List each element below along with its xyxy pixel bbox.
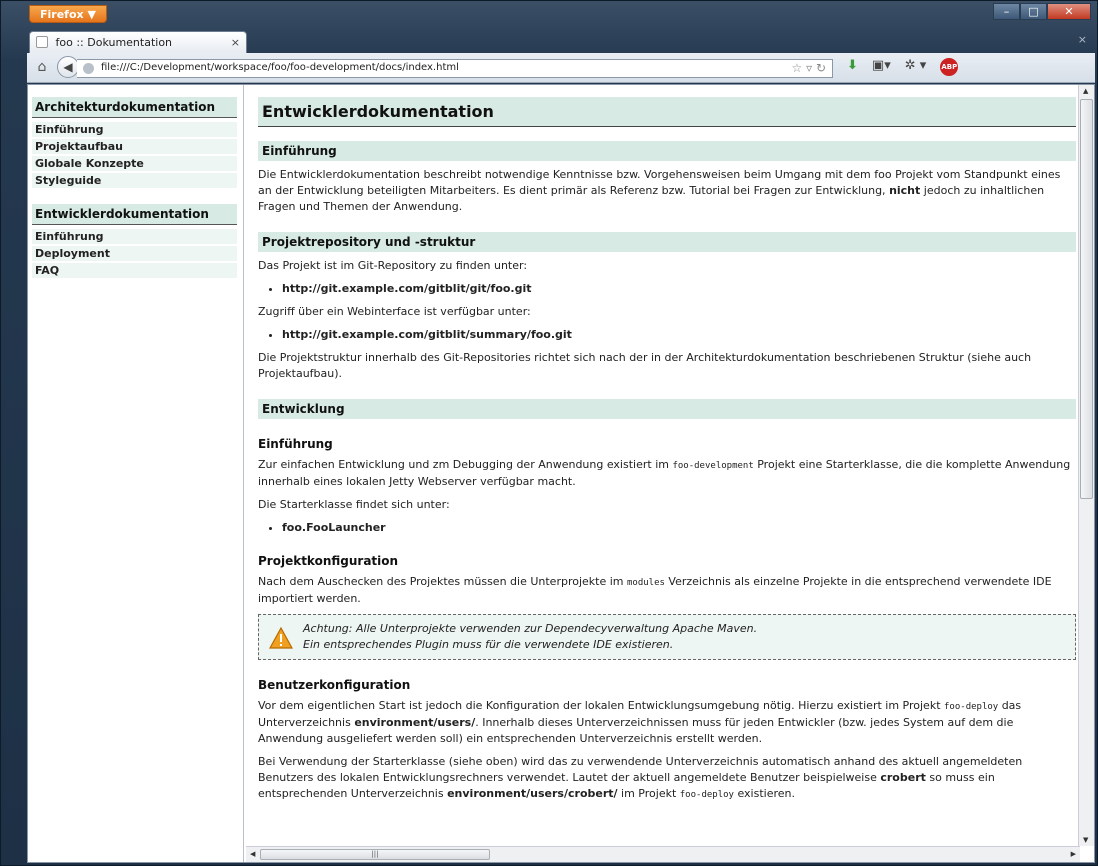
section-heading-repository: Projektrepository und -struktur bbox=[258, 232, 1076, 252]
title-bar: Firefox ▼ – □ ✕ bbox=[1, 1, 1097, 27]
sidebar-item-einfuehrung[interactable]: Einführung bbox=[32, 122, 237, 137]
page-viewport: Architekturdokumentation Einführung Proj… bbox=[27, 84, 1095, 863]
page-icon bbox=[36, 36, 48, 48]
sidebar-item-projektaufbau[interactable]: Projektaufbau bbox=[32, 139, 237, 154]
webinterface-text: Zugriff über ein Webinterface ist verfüg… bbox=[258, 305, 531, 318]
dropdown-arrow-icon[interactable]: ▿ bbox=[806, 61, 812, 75]
toolbar-icons: ⬇ ▣▾ ✲ ▾ ABP bbox=[847, 58, 959, 76]
repo-link-list: http://git.example.com/gitblit/git/foo.g… bbox=[258, 281, 1080, 297]
warning-line-1: Achtung: Alle Unterprojekte verwenden zu… bbox=[303, 622, 758, 635]
subheading-einfuehrung: Einführung bbox=[258, 437, 333, 451]
close-window-button[interactable]: ✕ bbox=[1047, 3, 1091, 20]
browser-window: Firefox ▼ – □ ✕ foo :: Dokumentation × ×… bbox=[0, 0, 1098, 866]
adblock-icon[interactable]: ABP bbox=[940, 58, 959, 76]
subheading-projektkonfiguration: Projektkonfiguration bbox=[258, 554, 399, 568]
sidebar-header: Entwicklerdokumentation bbox=[32, 204, 237, 225]
download-icon[interactable]: ⬇ bbox=[847, 58, 858, 76]
subheading-benutzerkonfiguration: Benutzerkonfiguration bbox=[258, 678, 411, 692]
home-icon[interactable]: ⌂ bbox=[33, 59, 51, 77]
starter-list: foo.FooLauncher bbox=[258, 520, 1080, 536]
webinterface-link-list: http://git.example.com/gitblit/summary/f… bbox=[258, 327, 1080, 343]
maximize-button[interactable]: □ bbox=[1020, 3, 1047, 20]
url-bar-icons: ☆ ▿ ↻ bbox=[791, 61, 826, 75]
sidebar-item-faq[interactable]: FAQ bbox=[32, 263, 237, 278]
warning-icon bbox=[269, 627, 293, 649]
git-repo-link[interactable]: http://git.example.com/gitblit/git/foo.g… bbox=[282, 281, 1080, 297]
sidebar-section-entwickler: Entwicklerdokumentation Einführung Deplo… bbox=[28, 204, 243, 278]
sidebar-item-globale-konzepte[interactable]: Globale Konzepte bbox=[32, 156, 237, 171]
horizontal-scrollbar[interactable]: ◀ ||| ▶ bbox=[246, 846, 1080, 862]
warning-box: Achtung: Alle Unterprojekte verwenden zu… bbox=[258, 614, 1076, 660]
structure-paragraph: Die Projektstruktur innerhalb des Git-Re… bbox=[258, 351, 1032, 380]
config-paragraph: Nach dem Auschecken des Projektes müssen… bbox=[258, 575, 1052, 605]
intro-paragraph: Die Entwicklerdokumentation beschreibt n… bbox=[258, 168, 1061, 213]
scroll-down-icon[interactable]: ▼ bbox=[1083, 836, 1088, 844]
bookmark-star-icon[interactable]: ☆ bbox=[791, 61, 802, 75]
sidebar-item-styleguide[interactable]: Styleguide bbox=[32, 173, 237, 188]
sidebar: Architekturdokumentation Einführung Proj… bbox=[28, 85, 244, 862]
tab-bar: foo :: Dokumentation × × bbox=[1, 29, 1097, 53]
minimize-button[interactable]: – bbox=[993, 3, 1020, 20]
bookmarks-menu-icon[interactable]: ▣▾ bbox=[872, 58, 891, 76]
page-title: Entwicklerdokumentation bbox=[258, 97, 1076, 127]
horizontal-scroll-thumb[interactable]: ||| bbox=[260, 849, 490, 860]
close-tabbar-icon[interactable]: × bbox=[1078, 33, 1087, 46]
section-heading-einfuehrung: Einführung bbox=[258, 141, 1076, 161]
tab-title: foo :: Dokumentation bbox=[55, 36, 173, 49]
repo-text: Das Projekt ist im Git-Repository zu fin… bbox=[258, 259, 528, 272]
vertical-scrollbar[interactable]: ▲ ▼ bbox=[1078, 85, 1094, 846]
reload-icon[interactable]: ↻ bbox=[816, 61, 826, 75]
navigation-bar: ⌂ ◀ file:///C:/Development/workspace/foo… bbox=[27, 53, 1095, 83]
sidebar-section-architektur: Architekturdokumentation Einführung Proj… bbox=[28, 97, 243, 188]
addon-icon[interactable]: ✲ ▾ bbox=[905, 58, 927, 76]
user-config-paragraph-2: Bei Verwendung der Starterklasse (siehe … bbox=[258, 755, 1023, 800]
sidebar-item-deployment[interactable]: Deployment bbox=[32, 246, 237, 261]
starter-text: Die Starterklasse findet sich unter: bbox=[258, 498, 450, 511]
vertical-scroll-thumb[interactable] bbox=[1080, 99, 1093, 499]
warning-line-2: Ein entsprechendes Plugin muss für die v… bbox=[303, 638, 674, 651]
tab-dokumentation[interactable]: foo :: Dokumentation × bbox=[29, 31, 247, 53]
scroll-right-icon[interactable]: ▶ bbox=[1071, 850, 1076, 858]
firefox-menu-button[interactable]: Firefox ▼ bbox=[29, 5, 107, 23]
starter-class: foo.FooLauncher bbox=[282, 520, 1080, 536]
dev-intro-paragraph: Zur einfachen Entwicklung und zm Debuggi… bbox=[258, 458, 1071, 488]
projektaufbau-link[interactable]: Projektaufbau bbox=[258, 367, 334, 380]
sidebar-item-einfuehrung[interactable]: Einführung bbox=[32, 229, 237, 244]
main-content: Entwicklerdokumentation Einführung Die E… bbox=[246, 85, 1080, 846]
sidebar-header: Architekturdokumentation bbox=[32, 97, 237, 118]
scroll-left-icon[interactable]: ◀ bbox=[250, 850, 255, 858]
user-config-paragraph-1: Vor dem eigentlichen Start ist jedoch di… bbox=[258, 699, 1022, 745]
window-controls: – □ ✕ bbox=[993, 3, 1091, 20]
tab-close-icon[interactable]: × bbox=[231, 36, 240, 49]
scroll-up-icon[interactable]: ▲ bbox=[1083, 87, 1088, 95]
section-heading-entwicklung: Entwicklung bbox=[258, 399, 1076, 419]
globe-icon bbox=[83, 63, 94, 74]
webinterface-link[interactable]: http://git.example.com/gitblit/summary/f… bbox=[282, 327, 1080, 343]
url-text: file:///C:/Development/workspace/foo/foo… bbox=[101, 62, 459, 73]
url-bar[interactable]: file:///C:/Development/workspace/foo/foo… bbox=[77, 59, 833, 78]
back-button[interactable]: ◀ bbox=[57, 56, 79, 78]
